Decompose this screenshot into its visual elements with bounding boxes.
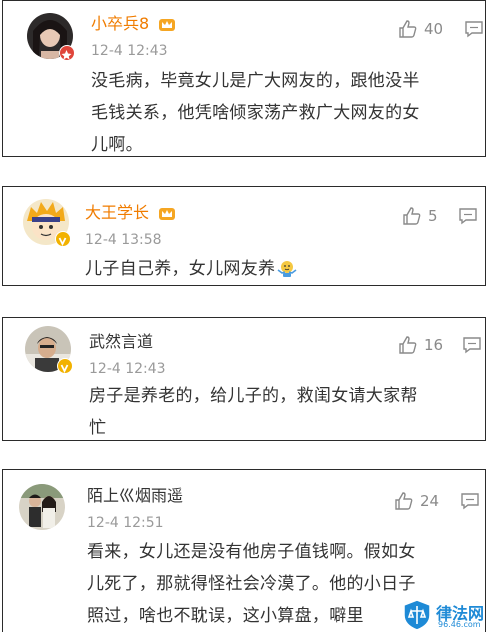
comment-line: 照过，啥也不耽误，这小算盘，噼里 (87, 606, 364, 626)
like-count: 16 (424, 336, 444, 354)
watermark-subtext: 96.46.com (438, 620, 481, 629)
comment-text: 房子是养老的，给儿子的，救闺女请大家帮 忙 (89, 380, 418, 440)
site-watermark: 律法网 96.46.com (400, 598, 490, 632)
like-count: 5 (428, 207, 438, 225)
thumbs-up-icon (403, 207, 421, 225)
comment-text: 儿子自己养，女儿网友养 (85, 253, 297, 285)
username-text[interactable]: 小卒兵8 (91, 14, 149, 33)
username[interactable]: 武然言道 (89, 332, 153, 352)
verified-badge-icon (57, 358, 73, 374)
like-button[interactable]: 5 (402, 206, 438, 226)
reply-comment-icon[interactable] (464, 20, 484, 38)
comment-text: 没毛病，毕竟女儿是广大网友的，跟他没半 毛钱关系，他凭啥倾家荡产救广大网友的女 … (91, 65, 420, 156)
verified-badge-icon (55, 231, 71, 247)
thumbs-up-icon (399, 20, 417, 38)
vip-crown-icon (159, 19, 176, 31)
comment-line: 毛钱关系，他凭啥倾家荡产救广大网友的女 (91, 103, 420, 123)
comment-line: 儿子自己养，女儿网友养 (85, 253, 297, 285)
reply-comment-icon[interactable] (462, 336, 482, 354)
like-button[interactable]: 40 (398, 19, 443, 39)
comment-card-2: 大王学长 12-4 13:58 5 儿子自己养，女儿网友养 (2, 186, 486, 286)
comment-timestamp: 12-4 12:43 (89, 361, 166, 377)
username-text[interactable]: 陌上巛烟雨遥 (87, 486, 183, 505)
comment-timestamp: 12-4 13:58 (85, 232, 162, 248)
shrug-emoji-icon (277, 261, 297, 277)
username[interactable]: 陌上巛烟雨遥 (87, 486, 183, 506)
comment-line: 儿死了，那就得怪社会冷漠了。他的小日子 (87, 574, 416, 594)
verified-badge-icon (59, 45, 75, 61)
username-text[interactable]: 武然言道 (89, 332, 153, 351)
comment-text: 看来，女儿还是没有他房子值钱啊。假如女 儿死了，那就得怪社会冷漠了。他的小日子 … (87, 536, 416, 632)
reply-comment-icon[interactable] (458, 207, 478, 225)
username[interactable]: 小卒兵8 (91, 14, 176, 34)
like-count: 24 (420, 492, 440, 510)
thumbs-up-icon (399, 336, 417, 354)
comment-line: 看来，女儿还是没有他房子值钱啊。假如女 (87, 542, 416, 562)
like-button[interactable]: 24 (394, 491, 439, 511)
comment-line: 没毛病，毕竟女儿是广大网友的，跟他没半 (91, 71, 420, 91)
username-text[interactable]: 大王学长 (85, 203, 149, 222)
user-avatar[interactable] (19, 484, 65, 530)
thumbs-up-icon (395, 492, 413, 510)
comment-timestamp: 12-4 12:51 (87, 515, 164, 531)
like-button[interactable]: 16 (398, 335, 443, 355)
reply-comment-icon[interactable] (460, 492, 480, 510)
comment-card-1: 小卒兵8 12-4 12:43 40 没毛病，毕竟女儿是广大网友的，跟他没半 毛… (2, 0, 486, 157)
shield-logo-icon (403, 599, 431, 631)
comment-line: 房子是养老的，给儿子的，救闺女请大家帮 (89, 386, 418, 406)
comment-timestamp: 12-4 12:43 (91, 43, 168, 59)
comment-card-3: 武然言道 12-4 12:43 16 房子是养老的，给儿子的，救闺女请大家帮 忙 (2, 317, 486, 441)
vip-crown-icon (159, 208, 176, 220)
username[interactable]: 大王学长 (85, 203, 176, 223)
like-count: 40 (424, 20, 444, 38)
comment-line-text: 儿子自己养，女儿网友养 (85, 259, 276, 279)
comment-line: 忙 (89, 418, 107, 438)
comment-line: 儿啊。 (91, 135, 143, 155)
